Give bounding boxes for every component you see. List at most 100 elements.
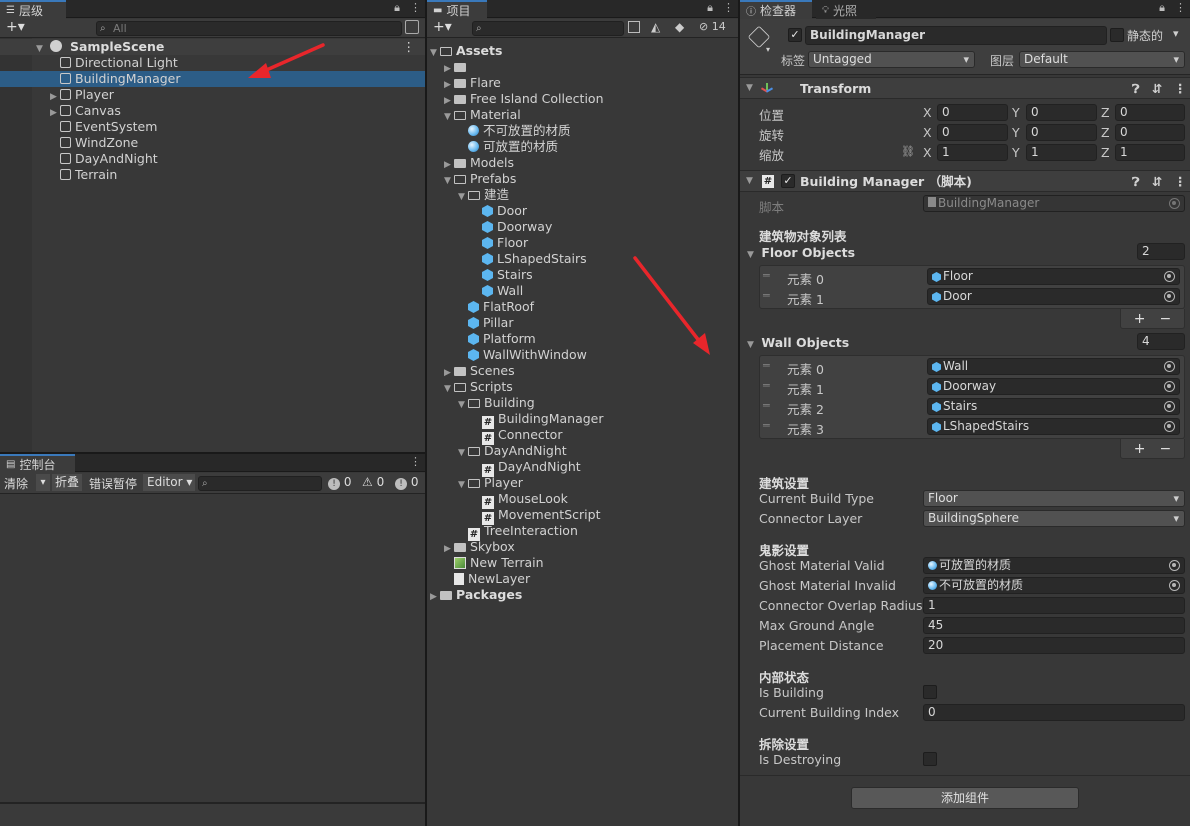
static-checkbox[interactable] [1110, 28, 1124, 42]
warning-toggle[interactable]: ⚠ 0 [362, 475, 384, 489]
project-search-input[interactable]: ⌕ [472, 21, 624, 36]
static-dropdown-icon[interactable]: ▾ [1173, 27, 1179, 40]
project-item[interactable]: FlatRoof [458, 299, 727, 315]
wall-objects-label[interactable]: ▼ Wall Objects [747, 335, 849, 350]
list-element-field[interactable]: Floor [927, 268, 1180, 285]
building-manager-header[interactable]: ▼ # ✓ Building Manager （脚本) ❓︎ ⇵ ⋮ [740, 170, 1190, 192]
error-toggle[interactable]: ! 0 [395, 475, 418, 490]
axis-label[interactable]: Y [1012, 125, 1020, 140]
drag-handle-icon[interactable]: ═ [763, 269, 770, 282]
presets-icon[interactable]: ⇵ [1152, 78, 1162, 99]
transform-rotation-z-field[interactable]: 0 [1115, 124, 1185, 141]
constrain-proportions-icon[interactable]: ⛓ [901, 145, 915, 158]
collapse-arrow-icon[interactable]: ▼ [747, 250, 757, 260]
axis-label[interactable]: Z [1101, 105, 1110, 120]
ghost-valid-field[interactable]: 可放置的材质 [923, 557, 1185, 574]
axis-label[interactable]: Z [1101, 145, 1110, 160]
project-item[interactable]: Pillar [458, 315, 727, 331]
hidden-packages-toggle[interactable]: ⊘ 14 [699, 20, 726, 33]
drag-handle-icon[interactable]: ═ [763, 379, 770, 392]
expand-arrow-icon[interactable]: ▼ [430, 45, 440, 61]
project-item[interactable]: ▼ Material [444, 107, 727, 123]
project-item[interactable]: # Connector [472, 427, 727, 445]
transform-position-y-field[interactable]: 0 [1026, 104, 1097, 121]
project-item[interactable]: NewLayer [444, 571, 727, 587]
scene-menu-icon[interactable]: ⋮ [403, 39, 416, 55]
active-checkbox[interactable]: ✓ [788, 28, 802, 42]
layer-dropdown[interactable]: Default [1019, 51, 1185, 68]
project-item[interactable]: New Terrain [444, 555, 727, 571]
more-menu-icon[interactable]: ⋮ [1175, 1, 1186, 15]
object-picker-icon[interactable] [1169, 560, 1180, 571]
object-picker-icon[interactable] [1164, 401, 1175, 412]
transform-scale-z-field[interactable]: 1 [1115, 144, 1185, 161]
add-element-button[interactable]: + [1134, 441, 1146, 457]
project-item[interactable]: # MovementScript [472, 507, 727, 525]
project-item[interactable]: Floor [472, 235, 727, 251]
clear-button[interactable]: 清除 [4, 475, 28, 492]
object-picker-icon[interactable] [1164, 271, 1175, 282]
project-item[interactable]: ▶ Packages [430, 587, 727, 603]
wall-objects-size-field[interactable]: 4 [1137, 333, 1185, 350]
component-enabled-checkbox[interactable]: ✓ [781, 174, 795, 188]
drag-handle-icon[interactable]: ═ [763, 419, 770, 432]
object-picker-icon[interactable] [1164, 381, 1175, 392]
tab-hierarchy[interactable]: ☰ 层级 [0, 0, 66, 19]
project-item[interactable]: # DayAndNight [472, 459, 727, 477]
current-building-index-field[interactable]: 0 [923, 704, 1185, 721]
help-icon[interactable]: ❓︎ [1132, 171, 1140, 192]
list-element-field[interactable]: LShapedStairs [927, 418, 1180, 435]
scene-row[interactable]: ▼ SampleScene ⋮ [0, 39, 425, 55]
more-menu-icon[interactable]: ⋮ [410, 1, 421, 15]
tab-console[interactable]: ▤ 控制台 [0, 454, 75, 473]
transform-rotation-y-field[interactable]: 0 [1026, 124, 1097, 141]
project-item[interactable]: # BuildingManager [472, 411, 727, 429]
error-pause-button[interactable]: 错误暂停 [89, 475, 137, 492]
component-menu-icon[interactable]: ⋮ [1174, 78, 1187, 99]
hierarchy-search-input[interactable]: ⌕ All [96, 21, 402, 36]
tag-dropdown[interactable]: Untagged [808, 51, 975, 68]
collapse-arrow-icon[interactable]: ▼ [746, 171, 756, 192]
create-dropdown-button[interactable]: +▾ [433, 19, 452, 35]
transform-rotation-x-field[interactable]: 0 [937, 124, 1008, 141]
project-item[interactable]: # MouseLook [472, 491, 727, 509]
expand-arrow-icon[interactable]: ▼ [444, 109, 454, 125]
console-log-area[interactable] [0, 494, 425, 802]
icon-dropdown-icon[interactable]: ▾ [766, 45, 770, 54]
search-by-type-icon[interactable] [628, 21, 640, 33]
axis-label[interactable]: X [923, 105, 932, 120]
more-menu-icon[interactable]: ⋮ [723, 1, 734, 15]
drag-handle-icon[interactable]: ═ [763, 289, 770, 302]
project-item[interactable]: ▼ DayAndNight [458, 443, 727, 459]
transform-position-x-field[interactable]: 0 [937, 104, 1008, 121]
hierarchy-item[interactable]: ▶ Player [0, 87, 425, 103]
lock-icon[interactable]: 🔒︎ [1159, 1, 1165, 15]
lock-icon[interactable]: 🔒︎ [707, 1, 713, 15]
list-element-field[interactable]: Wall [927, 358, 1180, 375]
overlap-radius-field[interactable]: 1 [923, 597, 1185, 614]
hierarchy-item[interactable]: BuildingManager [0, 71, 425, 87]
object-picker-icon[interactable] [1169, 580, 1180, 591]
project-item[interactable]: ▼ Assets [430, 43, 727, 59]
project-item[interactable]: WallWithWindow [458, 347, 727, 363]
max-ground-angle-field[interactable]: 45 [923, 617, 1185, 634]
expand-arrow-icon[interactable]: ▶ [430, 589, 440, 605]
project-item[interactable]: # TreeInteraction [458, 523, 727, 541]
project-item[interactable]: ▶ Flare [444, 75, 727, 91]
expand-arrow-icon[interactable]: ▼ [458, 445, 468, 461]
placement-distance-field[interactable]: 20 [923, 637, 1185, 654]
tab-project[interactable]: ▬ 项目 [427, 0, 487, 19]
lock-icon[interactable]: 🔒︎ [394, 1, 400, 15]
drag-handle-icon[interactable]: ═ [763, 399, 770, 412]
project-item[interactable]: ▼ Player [458, 475, 727, 491]
project-item[interactable]: Doorway [472, 219, 727, 235]
component-menu-icon[interactable]: ⋮ [1174, 171, 1187, 192]
hierarchy-item[interactable]: ▶ Canvas [0, 103, 425, 119]
project-item[interactable]: ▼ 建造 [458, 187, 727, 203]
more-menu-icon[interactable]: ⋮ [410, 455, 421, 468]
add-component-button[interactable]: 添加组件 [851, 787, 1079, 809]
presets-icon[interactable]: ⇵ [1152, 171, 1162, 192]
object-name-field[interactable]: BuildingManager [805, 26, 1107, 45]
object-picker-icon[interactable] [1164, 421, 1175, 432]
project-item[interactable]: ▶ Models [444, 155, 727, 171]
